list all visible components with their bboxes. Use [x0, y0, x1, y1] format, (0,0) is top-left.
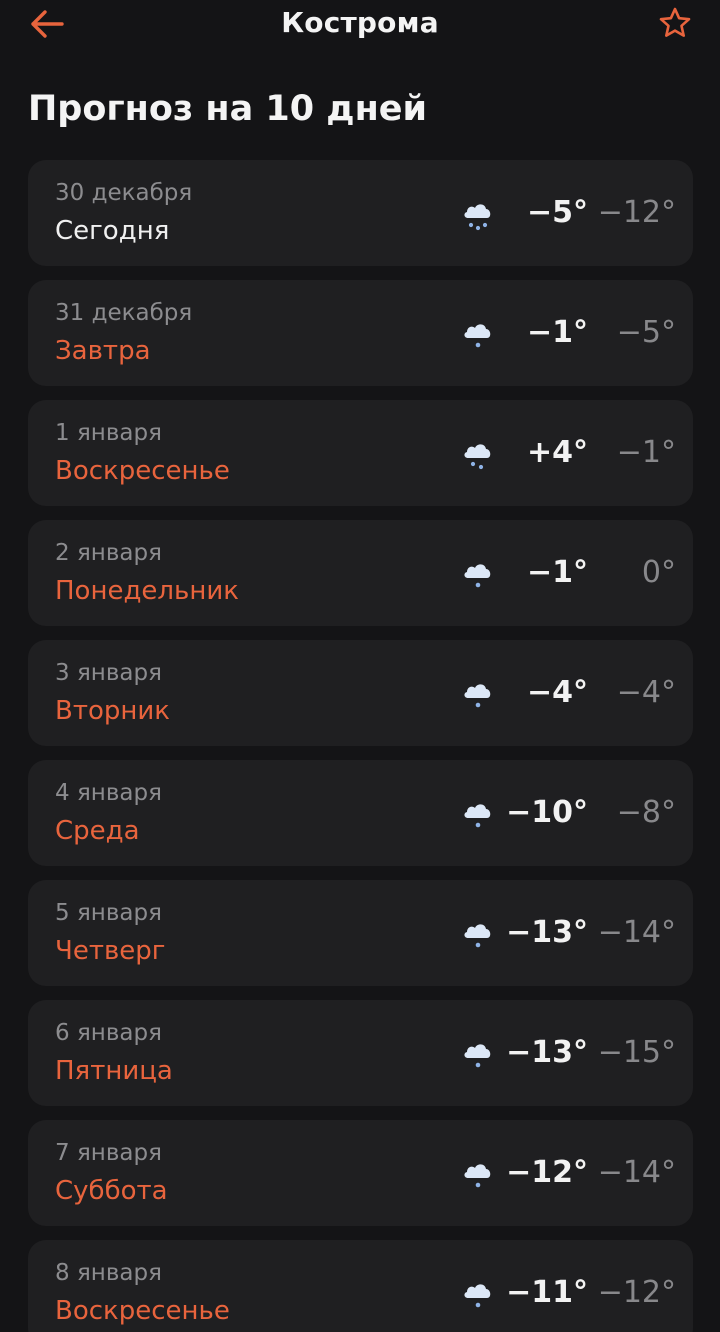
day-card[interactable]: 1 января Воскресенье +4° −1°	[28, 400, 693, 506]
day-name: Завтра	[55, 336, 151, 366]
day-name: Сегодня	[55, 216, 170, 246]
day-card[interactable]: 7 января Суббота −12° −14°	[28, 1120, 693, 1226]
day-date: 7 января	[55, 1140, 162, 1166]
day-name: Среда	[55, 816, 140, 846]
light-snow-icon	[460, 676, 496, 712]
day-date: 6 января	[55, 1020, 162, 1046]
night-temperature: −12°	[597, 195, 676, 230]
day-date: 2 января	[55, 540, 162, 566]
day-name: Вторник	[55, 696, 170, 726]
day-temperature: −11°	[506, 1275, 588, 1310]
light-snow-icon	[460, 796, 496, 832]
day-card[interactable]: 5 января Четверг −13° −14°	[28, 880, 693, 986]
day-temperature: −1°	[526, 555, 588, 590]
night-temperature: −4°	[616, 675, 676, 710]
star-outline-icon	[659, 7, 691, 37]
page-title: Прогноз на 10 дней	[28, 89, 428, 129]
heavy-snow-icon	[460, 196, 496, 232]
day-card[interactable]: 6 января Пятница −13° −15°	[28, 1000, 693, 1106]
day-date: 30 декабря	[55, 180, 193, 206]
night-temperature: −1°	[616, 435, 676, 470]
day-date: 3 января	[55, 660, 162, 686]
day-card[interactable]: 4 января Среда −10° −8°	[28, 760, 693, 866]
day-temperature: −1°	[526, 315, 588, 350]
light-snow-icon	[460, 916, 496, 952]
night-temperature: −14°	[597, 915, 676, 950]
day-temperature: −12°	[506, 1155, 588, 1190]
day-temperature: +4°	[526, 435, 588, 470]
day-name: Пятница	[55, 1056, 173, 1086]
city-name: Кострома	[281, 6, 439, 39]
forecast-list: 30 декабря Сегодня −5° −12° 31 декабря З…	[28, 160, 693, 1332]
light-snow-icon	[460, 556, 496, 592]
day-temperature: −10°	[506, 795, 588, 830]
light-snow-icon	[460, 316, 496, 352]
day-card[interactable]: 2 января Понедельник −1° 0°	[28, 520, 693, 626]
day-temperature: −13°	[506, 915, 588, 950]
light-snow-icon	[460, 1156, 496, 1192]
top-bar: Кострома	[0, 0, 720, 52]
night-temperature: −12°	[597, 1275, 676, 1310]
day-date: 5 января	[55, 900, 162, 926]
day-name: Понедельник	[55, 576, 239, 606]
favorite-button[interactable]	[658, 6, 692, 40]
night-temperature: −15°	[597, 1035, 676, 1070]
forecast-screen: Кострома Прогноз на 10 дней 30 декабря С…	[0, 0, 720, 1332]
day-date: 31 декабря	[55, 300, 193, 326]
light-snow-icon	[460, 1036, 496, 1072]
day-card[interactable]: 3 января Вторник −4° −4°	[28, 640, 693, 746]
day-card[interactable]: 8 января Воскресенье −11° −12°	[28, 1240, 693, 1332]
day-name: Воскресенье	[55, 456, 230, 486]
day-temperature: −5°	[526, 195, 588, 230]
day-temperature: −13°	[506, 1035, 588, 1070]
snow-icon	[460, 436, 496, 472]
day-date: 1 января	[55, 420, 162, 446]
day-card[interactable]: 31 декабря Завтра −1° −5°	[28, 280, 693, 386]
day-name: Четверг	[55, 936, 166, 966]
night-temperature: −14°	[597, 1155, 676, 1190]
light-snow-icon	[460, 1276, 496, 1312]
night-temperature: −8°	[616, 795, 676, 830]
day-card[interactable]: 30 декабря Сегодня −5° −12°	[28, 160, 693, 266]
day-date: 8 января	[55, 1260, 162, 1286]
night-temperature: 0°	[641, 555, 676, 590]
day-name: Воскресенье	[55, 1296, 230, 1326]
day-name: Суббота	[55, 1176, 168, 1206]
night-temperature: −5°	[616, 315, 676, 350]
day-date: 4 января	[55, 780, 162, 806]
day-temperature: −4°	[526, 675, 588, 710]
